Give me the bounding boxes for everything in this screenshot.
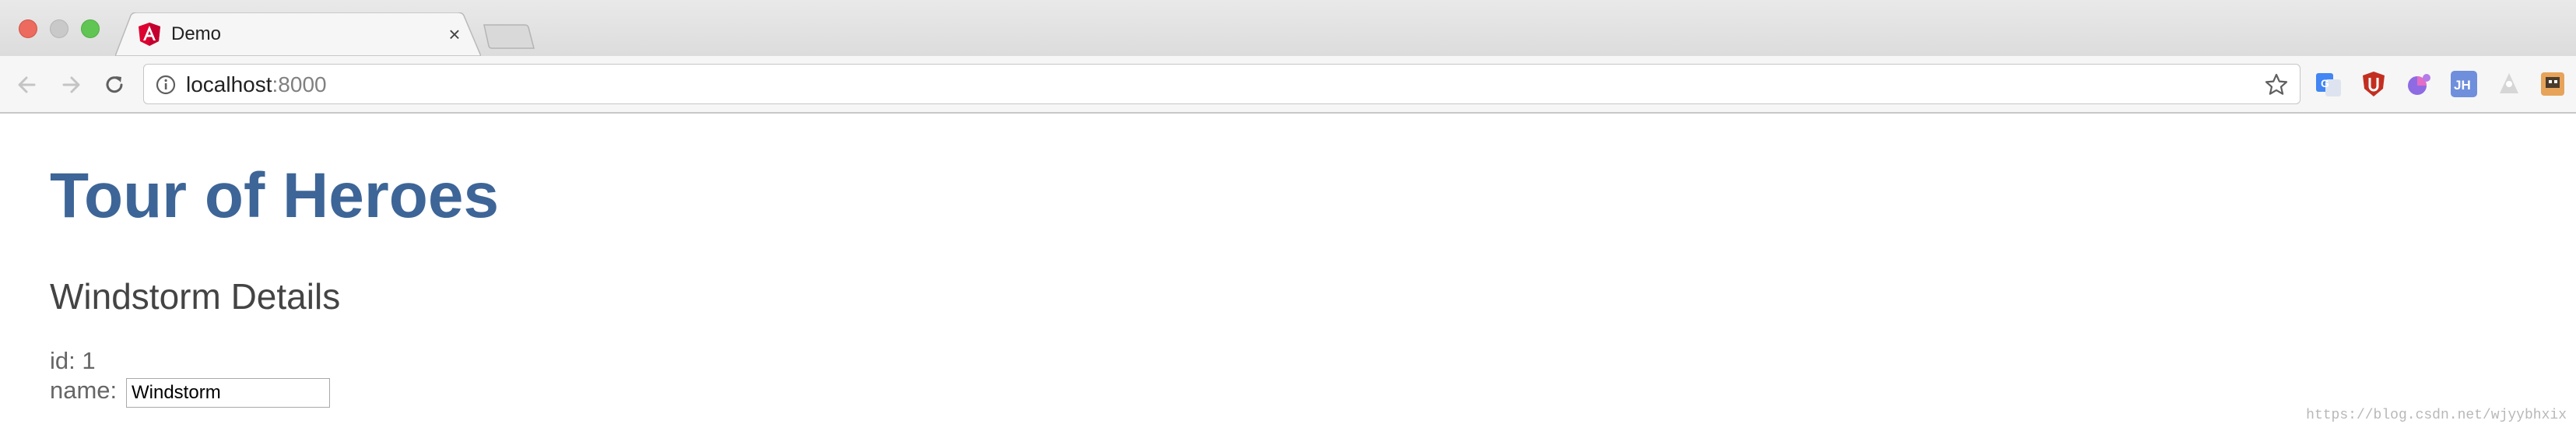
window-maximize-button[interactable] [81,19,100,38]
browser-window: Demo × localhost:8000 G JH Tour of Heroe… [0,0,2576,431]
window-minimize-button[interactable] [50,19,68,38]
new-tab-button[interactable] [483,23,535,50]
color-picker-icon[interactable] [2405,70,2433,98]
hero-id-label: id: [50,347,75,374]
hero-id-row: id: 1 [50,347,96,375]
angular-logo-icon [139,23,160,46]
user-extension-icon[interactable] [2495,70,2523,98]
browser-toolbar: localhost:8000 [0,56,2576,114]
hero-name-label: name: [50,377,118,404]
page-title: Tour of Heroes [50,160,500,231]
window-close-button[interactable] [19,19,37,38]
ublock-icon[interactable] [2360,70,2388,98]
hero-id-value: 1 [82,347,96,374]
hero-name-input[interactable] [126,378,330,408]
svg-text:G: G [2321,77,2329,89]
svg-text:JH: JH [2454,78,2471,93]
hero-details-heading: Windstorm Details [50,276,341,317]
profile-extension-icon[interactable] [2539,70,2567,98]
url-port: :8000 [272,72,327,96]
page-content: Tour of Heroes Windstorm Details id: 1 n… [0,115,2576,431]
hero-name-row: name: [50,377,117,405]
tab-close-icon[interactable]: × [442,22,467,47]
forward-arrow-icon[interactable] [56,70,86,100]
watermark-text: https://blog.csdn.net/wjyybhxix [2306,408,2567,423]
url-text[interactable]: localhost:8000 [186,73,327,96]
tab-strip: Demo × [0,0,2576,56]
reload-icon[interactable] [100,70,129,100]
tab-background [115,12,481,56]
site-info-icon[interactable] [155,74,177,96]
url-host: localhost [186,72,272,96]
google-translate-icon[interactable]: G [2315,70,2343,98]
bookmark-star-icon[interactable] [2264,72,2289,97]
address-bar[interactable]: localhost:8000 [143,64,2301,104]
tab-title: Demo [171,23,222,44]
back-arrow-icon[interactable] [12,70,42,100]
jh-extension-icon[interactable]: JH [2450,70,2478,98]
tab-demo[interactable]: Demo × [115,12,481,56]
